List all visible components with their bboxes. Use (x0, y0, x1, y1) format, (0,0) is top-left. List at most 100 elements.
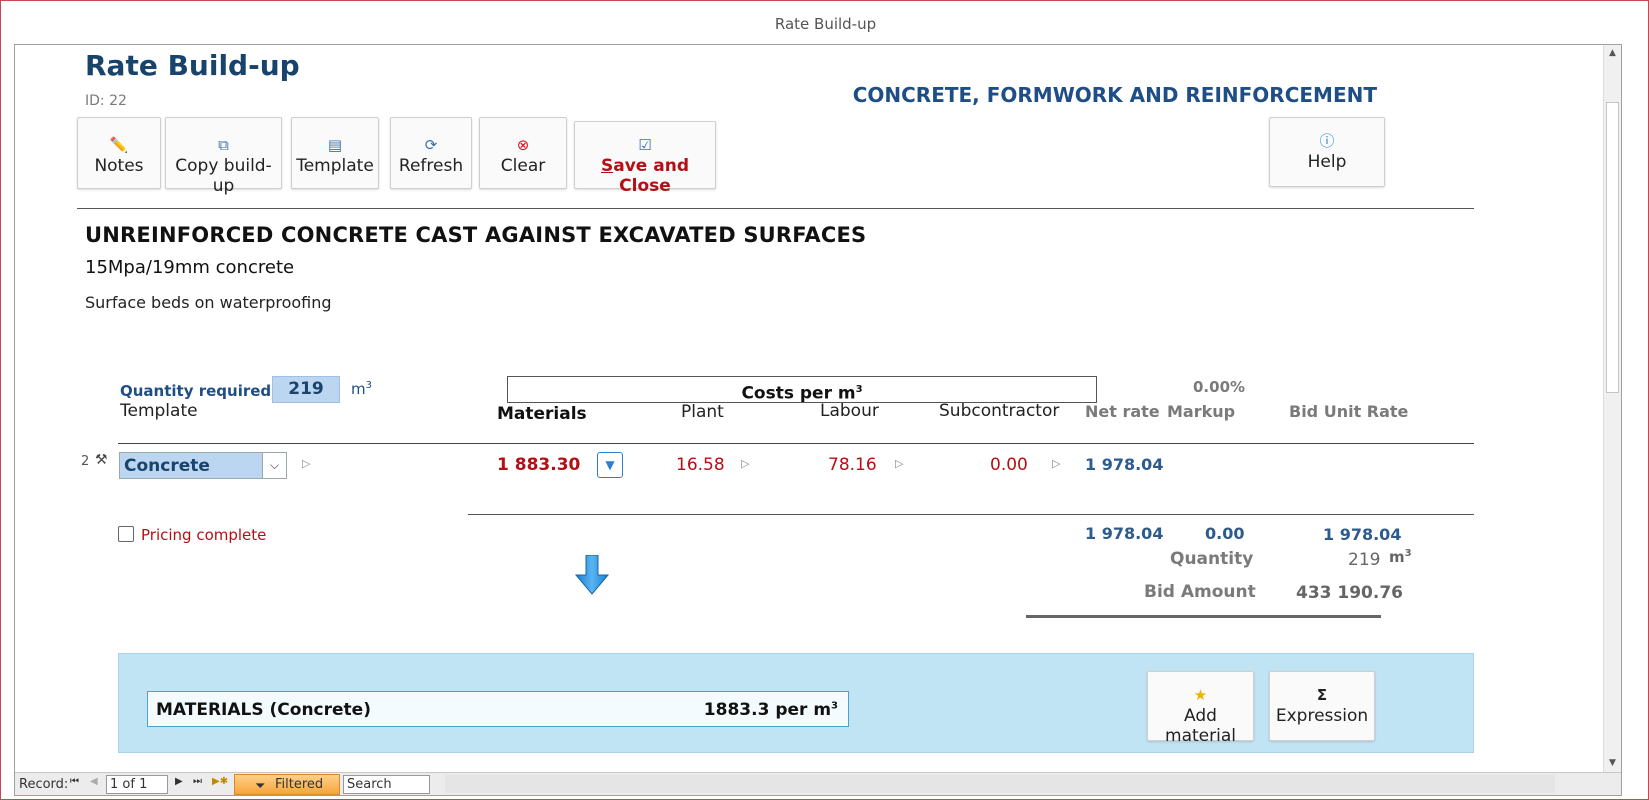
record-label: Record: (19, 777, 69, 792)
labour-value[interactable]: 78.16 (828, 455, 877, 475)
record-navigation-bar: Record: ⏮ ◀ 1 of 1 ▶ ⏭ ▶✱ ⏷ Filtered Sea… (15, 772, 1621, 795)
costs-header-sup: 3 (855, 384, 863, 395)
bid-amount-underline (1026, 615, 1381, 618)
previous-record-icon[interactable]: ◀ (90, 776, 98, 787)
pencil-icon: ✏️ (109, 136, 129, 154)
first-record-icon[interactable]: ⏮ (70, 776, 79, 787)
current-record-input[interactable]: 1 of 1 (106, 775, 168, 794)
refresh-button-label: Refresh (398, 156, 464, 176)
subcontractor-expand-icon[interactable]: ▷ (1052, 457, 1060, 470)
section-name: CONCRETE, FORMWORK AND REINFORCEMENT (852, 83, 1377, 107)
checkbox-icon: ☑ (638, 136, 652, 154)
plant-expand-icon[interactable]: ▷ (741, 457, 749, 470)
notes-button-label: Notes (94, 156, 144, 176)
filter-icon: ⏷ (255, 779, 266, 794)
template-button[interactable]: ▤ Template (291, 117, 379, 189)
expression-button[interactable]: Σ Expression (1269, 671, 1375, 741)
bid-amount-value: 433 190.76 (1296, 583, 1404, 603)
copy-buildup-button-label: Copy build-up (175, 156, 272, 196)
search-input[interactable]: Search (343, 775, 430, 794)
pricing-complete-label: Pricing complete (141, 526, 267, 544)
total-markup: 0.00 (1205, 524, 1245, 543)
materials-panel-title: MATERIALS (Concrete) (156, 700, 371, 720)
star-icon: ★ (1193, 686, 1208, 704)
record-id: ID: 22 (85, 93, 127, 109)
notes-button[interactable]: ✏️ Notes (77, 117, 161, 189)
bid-amount-label: Bid Amount (1144, 582, 1256, 602)
filter-toggle-button[interactable]: ⏷ Filtered (234, 774, 340, 795)
net-rate-column-header: Net rate (1085, 402, 1160, 421)
window-title: Rate Build-up (774, 15, 877, 33)
arrow-down-icon (574, 554, 610, 599)
clear-icon: ⊗ (516, 136, 530, 154)
quantity-required-input[interactable]: 219 (272, 376, 340, 403)
table-header-divider (118, 443, 1474, 444)
template-expand-icon[interactable]: ▷ (302, 457, 310, 470)
materials-dropdown-button[interactable]: ▼ (597, 452, 623, 478)
costs-per-unit-header: Costs per m3 (507, 376, 1097, 404)
plant-value[interactable]: 16.58 (676, 455, 725, 475)
subcontractor-column-header: Subcontractor (939, 401, 1060, 421)
add-material-button[interactable]: ★ Add material (1147, 671, 1254, 746)
summary-unit-base: m (1389, 548, 1405, 566)
pricing-complete-checkbox[interactable] (118, 526, 134, 542)
materials-rate-base: 1883.3 per m (703, 700, 832, 720)
bid-unit-rate-column-header: Bid Unit Rate (1289, 402, 1409, 421)
quantity-unit-sup: 3 (365, 380, 372, 391)
item-description: 15Mpa/19mm concrete (85, 257, 295, 278)
new-record-icon[interactable]: ▶✱ (212, 776, 228, 787)
quantity-label: Quantity (1170, 549, 1254, 569)
sigma-icon: Σ (1316, 686, 1328, 704)
template-icon: ▤ (327, 136, 343, 154)
totals-divider (468, 514, 1474, 515)
quantity-required-label: Quantity required: (120, 382, 278, 400)
materials-value[interactable]: 1 883.30 (497, 455, 580, 475)
triangle-down-icon: ▼ (605, 458, 615, 472)
header-divider (77, 208, 1474, 209)
template-button-label: Template (296, 156, 374, 176)
expression-label: Expression (1275, 706, 1369, 726)
tools-icon[interactable]: ⚒ (95, 452, 108, 468)
help-button[interactable]: ⓘ Help (1269, 117, 1385, 187)
save-close-access-key: S (601, 156, 614, 176)
total-net-rate: 1 978.04 (1085, 524, 1164, 543)
clear-button[interactable]: ⊗ Clear (479, 117, 567, 189)
summary-unit-sup: 3 (1404, 548, 1412, 559)
quantity-value: 219 (1348, 550, 1381, 570)
summary-quantity-unit: m3 (1389, 548, 1412, 566)
page-title: Rate Build-up (85, 49, 300, 82)
help-button-label: Help (1307, 152, 1347, 172)
materials-column-header: Materials (497, 404, 587, 424)
refresh-button[interactable]: ⟳ Refresh (390, 117, 472, 189)
scroll-thumb[interactable] (1606, 102, 1619, 393)
copy-icon: ⧉ (218, 136, 229, 154)
rate-buildup-window: Rate Build-up Rate Build-up ID: 22 CONCR… (0, 0, 1649, 800)
materials-header-box: MATERIALS (Concrete) 1883.3 per m3 (147, 691, 849, 727)
markup-percentage: 0.00% (1193, 378, 1246, 396)
scroll-down-icon[interactable]: ▼ (1604, 755, 1621, 772)
template-combo[interactable]: Concrete ⌵ (119, 452, 287, 479)
scroll-up-icon[interactable]: ▲ (1604, 45, 1621, 62)
subcontractor-value[interactable]: 0.00 (990, 455, 1028, 475)
copy-buildup-button[interactable]: ⧉ Copy build-up (165, 117, 282, 196)
next-record-icon[interactable]: ▶ (175, 776, 183, 787)
plant-column-header: Plant (681, 402, 724, 422)
vertical-scrollbar[interactable]: ▲ ▼ (1603, 45, 1621, 772)
last-record-icon[interactable]: ⏭ (193, 776, 202, 787)
chevron-down-icon[interactable]: ⌵ (262, 453, 286, 478)
template-column-header: Template (120, 401, 198, 421)
materials-rate-sup: 3 (831, 700, 838, 712)
form-frame: Rate Build-up ID: 22 CONCRETE, FORMWORK … (14, 44, 1622, 796)
quantity-unit-base: m (351, 380, 366, 398)
add-material-label: Add material (1165, 706, 1236, 746)
total-bid-unit-rate: 1 978.04 (1323, 525, 1402, 544)
labour-column-header: Labour (820, 401, 879, 421)
quantity-unit: m3 (351, 380, 372, 398)
clear-button-label: Clear (500, 156, 546, 176)
item-subdescription: Surface beds on waterproofing (85, 293, 332, 312)
save-and-close-button[interactable]: ☑ Save and Close (574, 121, 716, 196)
refresh-icon: ⟳ (424, 136, 438, 154)
labour-expand-icon[interactable]: ▷ (895, 457, 903, 470)
horizontal-scrollbar[interactable] (445, 775, 1555, 793)
net-rate-value: 1 978.04 (1085, 455, 1164, 474)
